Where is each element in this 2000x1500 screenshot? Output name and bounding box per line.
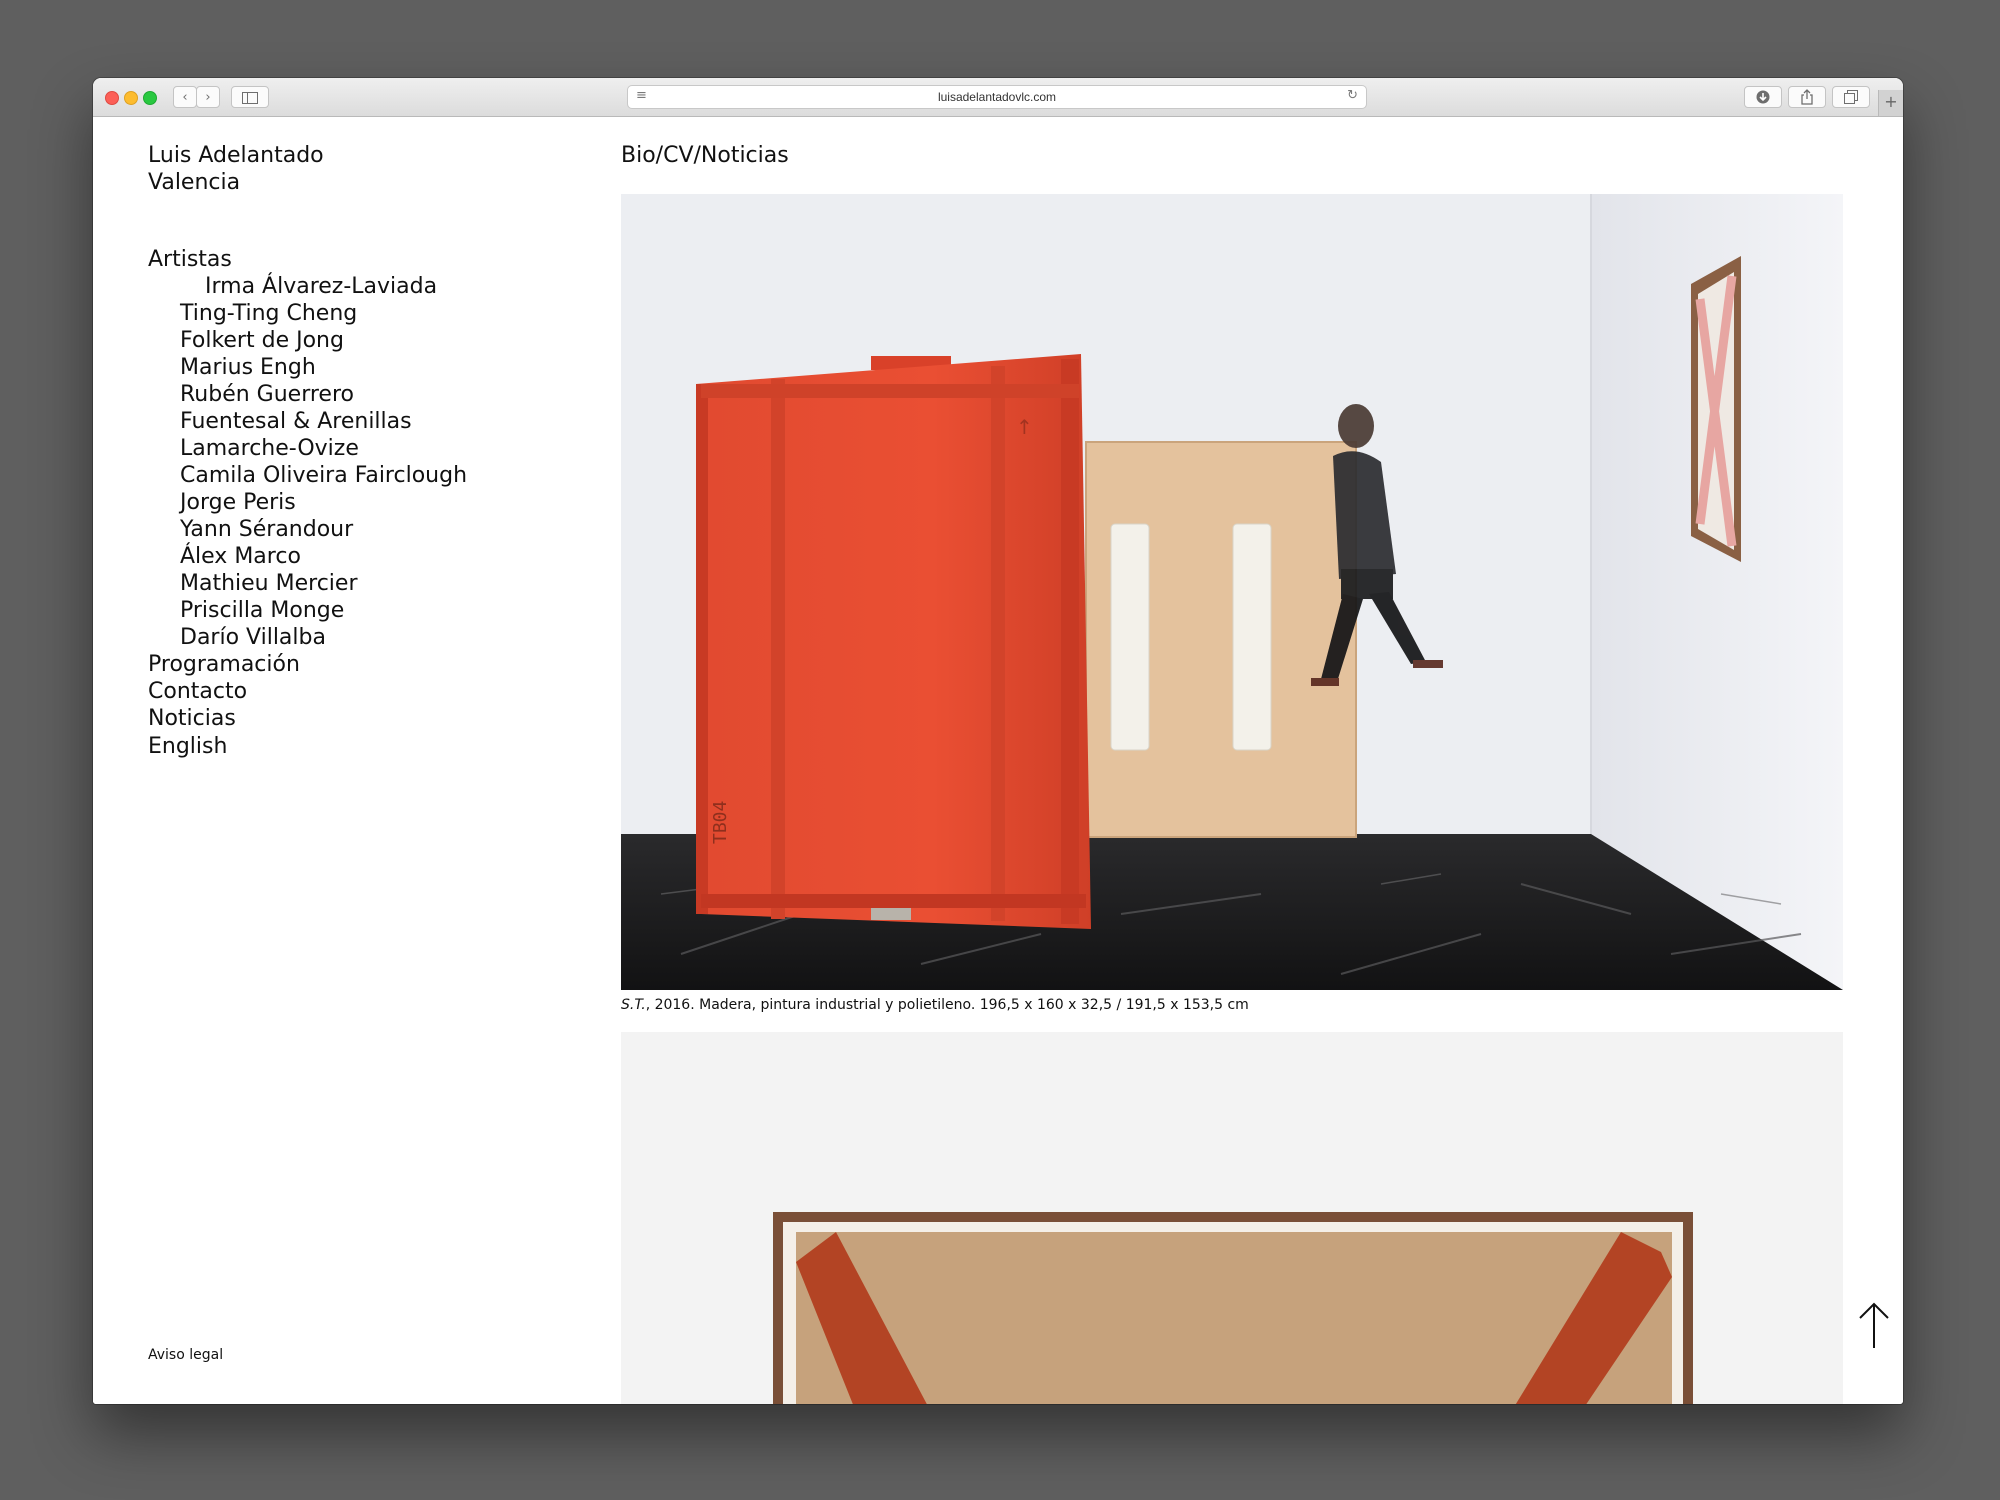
tabs-icon bbox=[1844, 90, 1858, 104]
tabs-overview-button[interactable] bbox=[1832, 86, 1870, 108]
artwork-image-framed-detail bbox=[621, 1032, 1843, 1404]
crate-label: TB04 bbox=[710, 801, 731, 844]
fullscreen-window-button[interactable] bbox=[143, 91, 157, 105]
language-switch[interactable]: English bbox=[148, 733, 227, 760]
artist-link[interactable]: Marius Engh bbox=[148, 354, 467, 381]
svg-text:↑: ↑ bbox=[1016, 415, 1033, 439]
artwork-caption: S.T., 2016. Madera, pintura industrial y… bbox=[621, 996, 1249, 1014]
artist-link[interactable]: Lamarche-Ovize bbox=[148, 435, 467, 462]
gallery-brand[interactable]: Luis Adelantado Valencia bbox=[148, 142, 324, 196]
nav-programacion[interactable]: Programación bbox=[148, 651, 467, 678]
gallery-city: Valencia bbox=[148, 170, 241, 195]
sidebar-toggle-button[interactable] bbox=[231, 86, 269, 108]
new-tab-icon[interactable]: + bbox=[1878, 90, 1903, 116]
browser-toolbar: ‹ › ≡ luisadelantadovlc.com ↻ + bbox=[93, 78, 1903, 117]
share-button[interactable] bbox=[1788, 86, 1826, 108]
sidebar-icon bbox=[242, 92, 258, 104]
address-bar[interactable]: ≡ luisadelantadovlc.com ↻ bbox=[627, 85, 1367, 109]
artist-link[interactable]: Jorge Peris bbox=[148, 489, 467, 516]
reload-icon[interactable]: ↻ bbox=[1347, 88, 1358, 103]
downloads-button[interactable] bbox=[1744, 86, 1782, 108]
artwork-image-installation: ↑ TB04 bbox=[621, 194, 1843, 990]
artist-link[interactable]: Fuentesal & Arenillas bbox=[148, 408, 467, 435]
legal-notice-link[interactable]: Aviso legal bbox=[148, 1347, 223, 1363]
artist-link[interactable]: Álex Marco bbox=[148, 543, 467, 570]
url-text: luisadelantadovlc.com bbox=[937, 90, 1057, 104]
close-window-button[interactable] bbox=[105, 91, 119, 105]
artist-subnav[interactable]: Bio/CV/Noticias bbox=[621, 142, 789, 169]
artist-link[interactable]: Ting-Ting Cheng bbox=[148, 300, 467, 327]
web-page: Luis Adelantado Valencia Artistas Irma Á… bbox=[93, 117, 1903, 1404]
share-icon bbox=[1801, 89, 1813, 105]
artwork-title: S.T. bbox=[621, 997, 646, 1013]
back-icon[interactable]: ‹ bbox=[173, 86, 197, 108]
installation-photo: ↑ TB04 bbox=[621, 194, 1843, 990]
download-icon bbox=[1756, 90, 1770, 104]
forward-icon[interactable]: › bbox=[196, 86, 220, 108]
nav-artists[interactable]: Artistas bbox=[148, 246, 467, 273]
artist-link[interactable]: Yann Sérandour bbox=[148, 516, 467, 543]
artist-link[interactable]: Darío Villalba bbox=[148, 624, 467, 651]
nav-noticias[interactable]: Noticias bbox=[148, 705, 467, 732]
minimize-window-button[interactable] bbox=[124, 91, 138, 105]
nav-contacto[interactable]: Contacto bbox=[148, 678, 467, 705]
artist-link[interactable]: Irma Álvarez-Laviada bbox=[148, 273, 467, 300]
browser-window: ‹ › ≡ luisadelantadovlc.com ↻ + Luis Ade… bbox=[93, 78, 1903, 1404]
gallery-name: Luis Adelantado bbox=[148, 143, 324, 168]
artist-link[interactable]: Priscilla Monge bbox=[148, 597, 467, 624]
main-navigation: Artistas Irma Álvarez-Laviada Ting-Ting … bbox=[148, 246, 467, 732]
framed-work-photo bbox=[621, 1032, 1843, 1404]
artist-link[interactable]: Folkert de Jong bbox=[148, 327, 467, 354]
scroll-to-top-icon[interactable] bbox=[1854, 1300, 1894, 1350]
artist-link[interactable]: Mathieu Mercier bbox=[148, 570, 467, 597]
artist-link[interactable]: Camila Oliveira Fairclough bbox=[148, 462, 467, 489]
artist-link[interactable]: Rubén Guerrero bbox=[148, 381, 467, 408]
artwork-details: , 2016. Madera, pintura industrial y pol… bbox=[645, 997, 1249, 1013]
